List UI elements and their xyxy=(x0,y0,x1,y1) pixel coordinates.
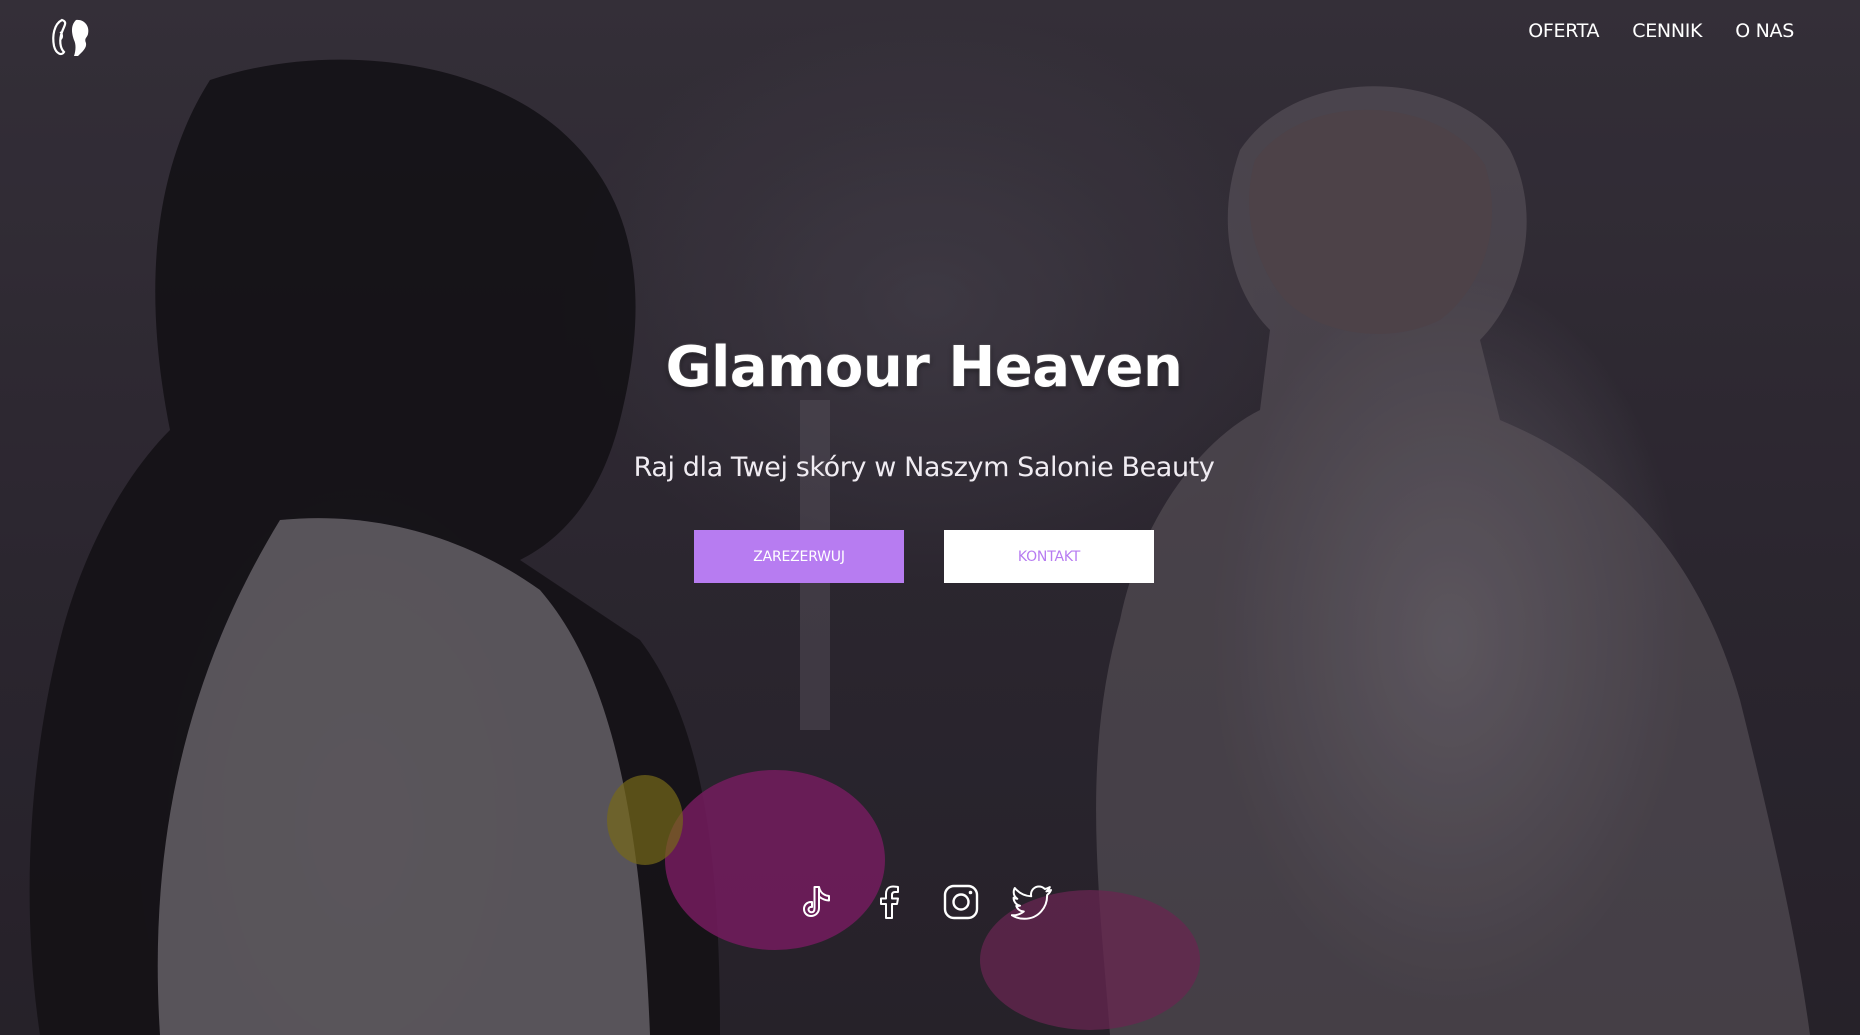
book-button[interactable]: ZAREZERWUJ xyxy=(694,530,904,583)
twitter-icon xyxy=(1011,885,1052,920)
facebook-icon xyxy=(880,885,899,919)
logo-icon[interactable] xyxy=(50,16,94,58)
social-links xyxy=(795,880,1055,924)
nav-item-oferta[interactable]: OFERTA xyxy=(1528,20,1599,42)
facebook-link[interactable] xyxy=(867,880,911,924)
hero-section: OFERTA CENNIK O NAS Glamour Heaven Raj d… xyxy=(0,0,1860,1035)
hero-subtitle: Raj dla Twej skóry w Naszym Salonie Beau… xyxy=(633,452,1215,483)
nav-item-cennik[interactable]: CENNIK xyxy=(1632,20,1702,42)
tiktok-link[interactable] xyxy=(795,880,839,924)
main-nav: OFERTA CENNIK O NAS xyxy=(1528,20,1794,42)
instagram-icon xyxy=(943,884,979,920)
hero-title: Glamour Heaven xyxy=(665,335,1183,400)
tiktok-icon xyxy=(803,886,830,917)
contact-button[interactable]: KONTAKT xyxy=(944,530,1154,583)
instagram-link[interactable] xyxy=(939,880,983,924)
twitter-link[interactable] xyxy=(1011,880,1055,924)
nav-item-o-nas[interactable]: O NAS xyxy=(1735,20,1794,42)
